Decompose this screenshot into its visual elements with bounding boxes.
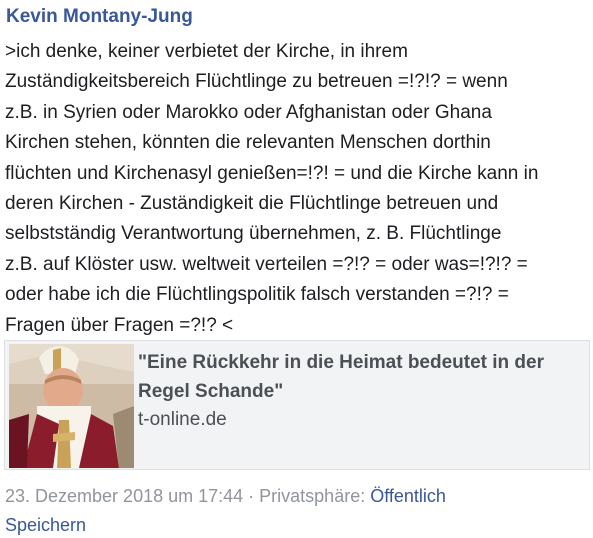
link-card-title[interactable]: "Eine Rückkehr in die Heimat bedeutet in… bbox=[138, 348, 578, 406]
link-card-domain: t-online.de bbox=[138, 409, 227, 430]
post-body-line: selbstständig Verantwortung übernehmen, … bbox=[5, 223, 502, 245]
article-thumbnail-image[interactable] bbox=[9, 344, 134, 468]
privacy-setting-link[interactable]: Öffentlich bbox=[370, 486, 446, 506]
save-button[interactable]: Speichern bbox=[5, 512, 86, 538]
author-name[interactable]: Kevin Montany-Jung bbox=[6, 4, 193, 30]
post-body-line: deren Kirchen - Zuständigkeit die Flücht… bbox=[5, 193, 499, 215]
privacy-label: Privatsphäre: bbox=[259, 486, 371, 506]
post-body-line: Zuständigkeitsbereich Flüchtlinge zu bet… bbox=[5, 71, 508, 93]
post-body-line: Kirchen stehen, könnten die relevanten M… bbox=[5, 132, 491, 154]
post: Kevin Montany-Jung >ich denke, keiner ve… bbox=[0, 0, 593, 535]
post-body-line: oder habe ich die Flüchtlingspolitik fal… bbox=[5, 284, 509, 306]
post-meta: 23. Dezember 2018 um 17:44 · Privatsphär… bbox=[5, 483, 446, 509]
link-preview-card[interactable]: "Eine Rückkehr in die Heimat bedeutet in… bbox=[4, 340, 590, 470]
meta-separator: · bbox=[243, 486, 260, 506]
post-body-line: Fragen über Fragen =?!? < bbox=[5, 314, 234, 336]
post-body-line: z.B. in Syrien oder Marokko oder Afghani… bbox=[5, 101, 492, 123]
post-body: >ich denke, keiner verbietet der Kirche,… bbox=[5, 37, 585, 341]
post-body-line: flüchten und Kirchenasyl genießen=!?! = … bbox=[5, 162, 539, 184]
post-body-line: >ich denke, keiner verbietet der Kirche,… bbox=[5, 41, 408, 62]
post-body-line: z.B. auf Klöster usw. weltweit verteilen… bbox=[5, 253, 528, 275]
post-timestamp[interactable]: 23. Dezember 2018 um 17:44 bbox=[5, 486, 243, 506]
